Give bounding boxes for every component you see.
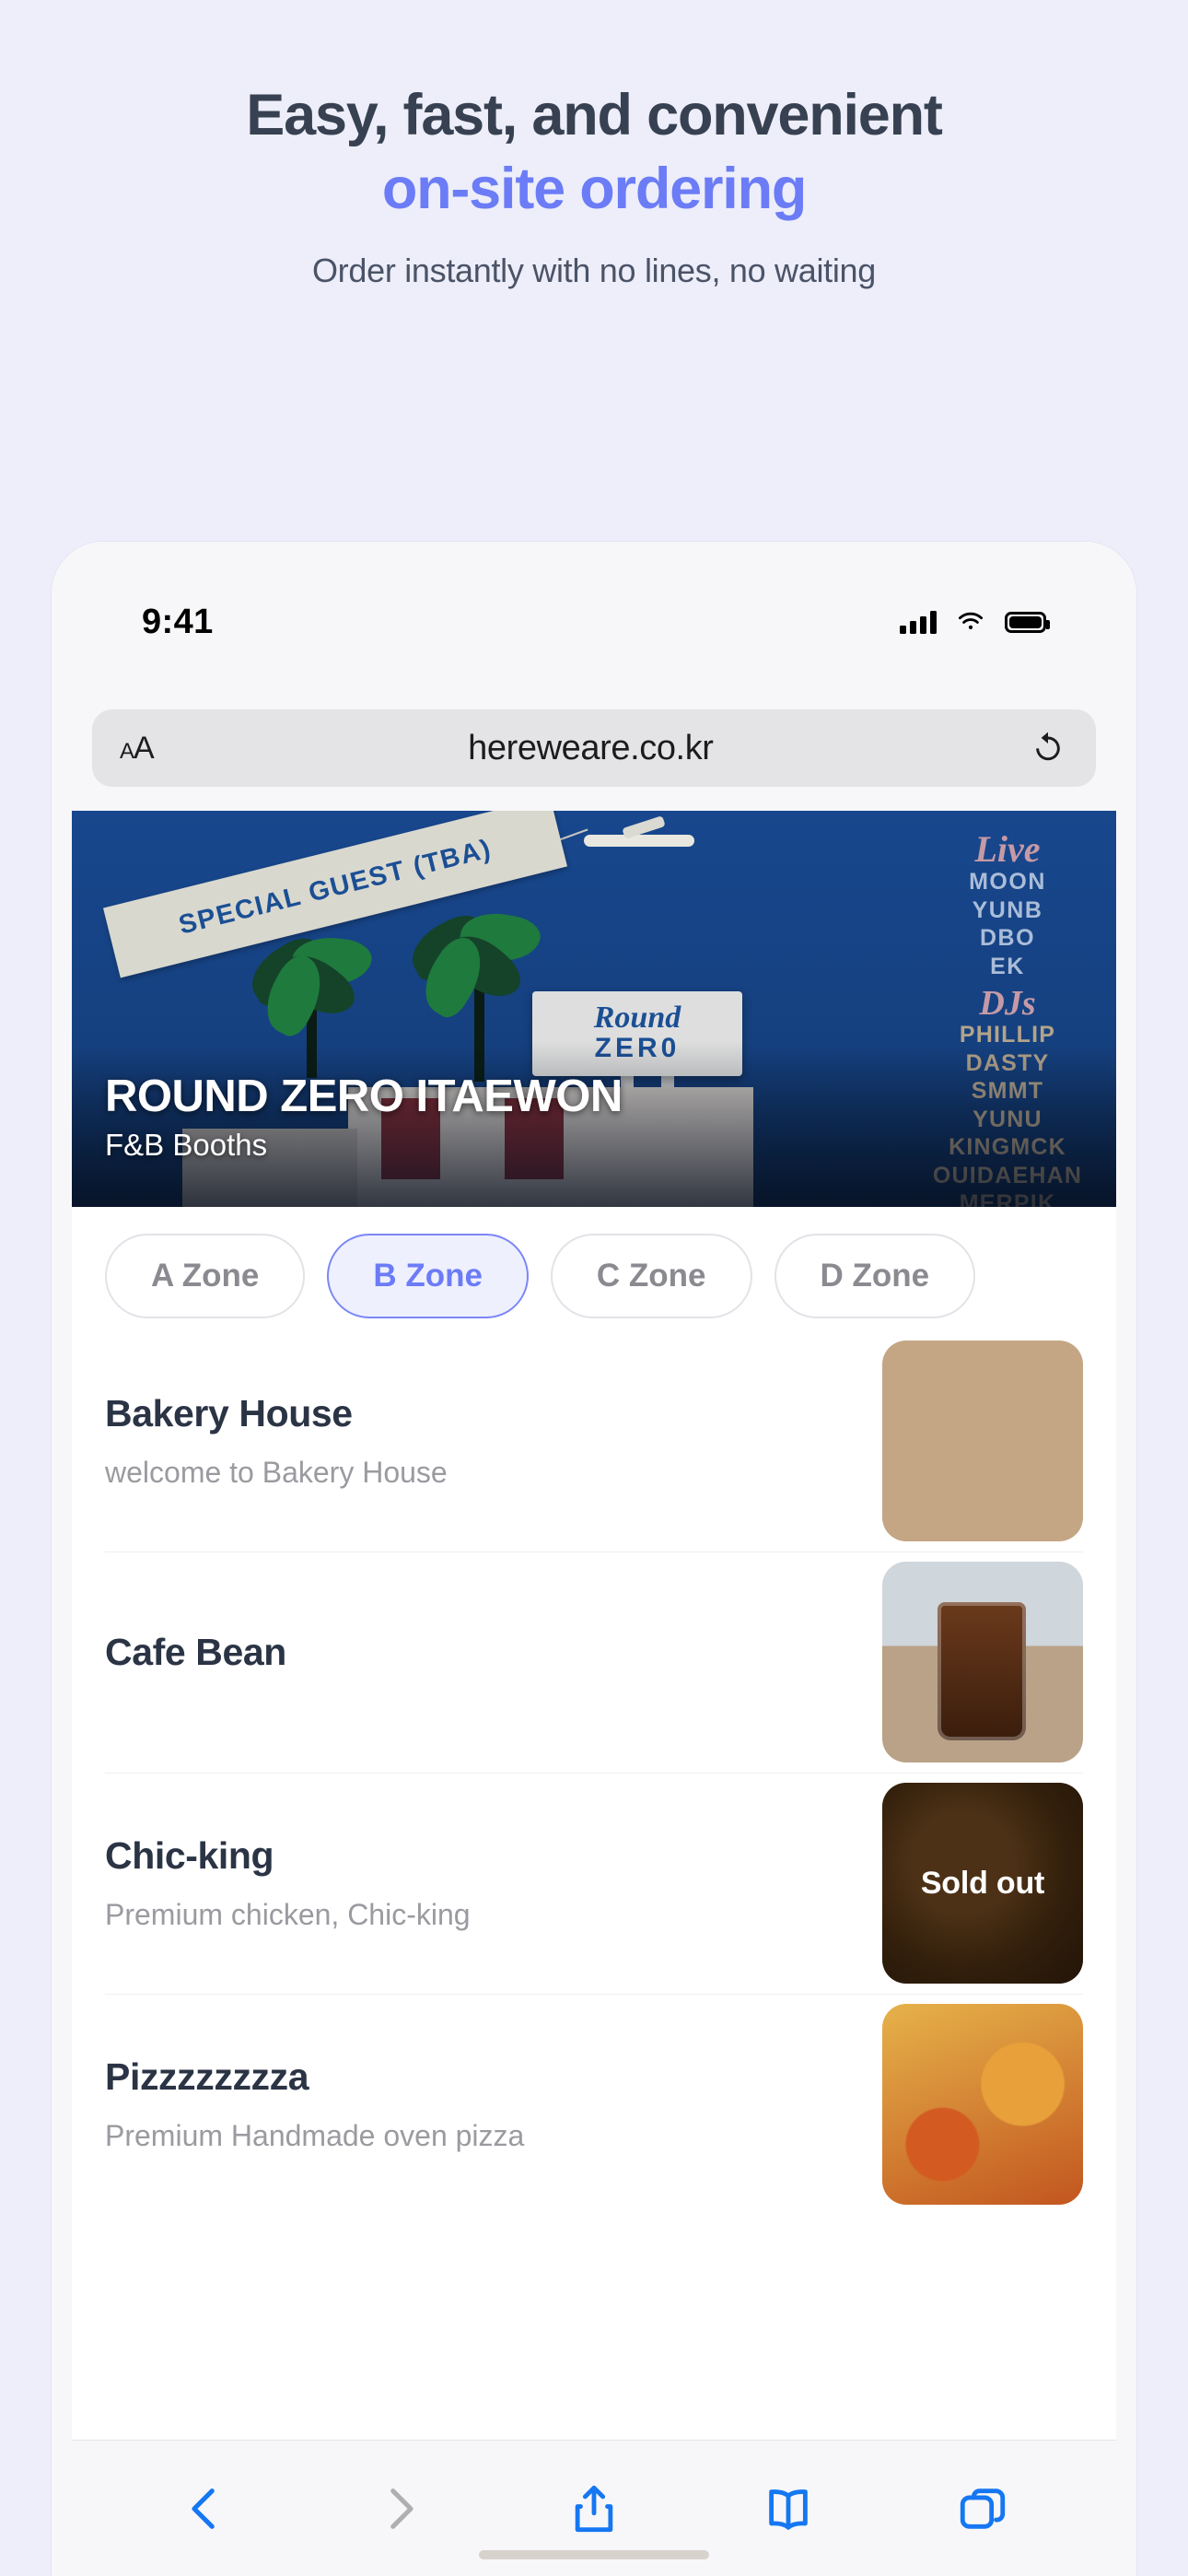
wifi-icon	[958, 612, 984, 629]
browser-chrome-bg	[72, 542, 1116, 846]
event-banner[interactable]: Round ZER0 SPECIAL GUEST (TBA) Live	[72, 811, 1116, 1207]
booth-name: Bakery House	[105, 1392, 353, 1434]
airplane-icon	[584, 815, 704, 861]
sub-headline: Order instantly with no lines, no waitin…	[311, 251, 876, 289]
zone-tab-label: C Zone	[596, 1258, 706, 1294]
share-button[interactable]	[560, 2475, 628, 2543]
booth-text: Bakery House welcome to Bakery House	[105, 1392, 448, 1490]
djs-label: DJs	[979, 984, 1036, 1023]
pizza-image	[882, 2004, 1083, 2205]
list-item[interactable]: Cafe Bean	[72, 1551, 1116, 1773]
address-bar[interactable]: AA hereweare.co.kr	[92, 709, 1096, 787]
zone-tab-label: A Zone	[151, 1258, 260, 1294]
booth-thumbnail[interactable]	[882, 2004, 1083, 2205]
marketing-screenshot: Easy, fast, and convenient on-site order…	[0, 0, 1188, 2576]
headline-line-1: Easy, fast, and convenient	[246, 83, 943, 147]
text-size-button[interactable]: AA	[120, 731, 155, 767]
zone-tab-label: D Zone	[820, 1258, 930, 1294]
zone-tab-d[interactable]: D Zone	[774, 1234, 976, 1318]
forward-button[interactable]	[366, 2475, 434, 2543]
tabs-icon	[960, 2488, 1005, 2529]
chevron-left-icon	[192, 2488, 215, 2529]
page-title: Easy, fast, and convenient on-site order…	[0, 81, 1188, 224]
book-icon	[768, 2488, 808, 2530]
phone-mockup: 9:41 AA hereweare.co.kr Round SPECIAL GU…	[52, 542, 1136, 2576]
bakery-image	[882, 1341, 1083, 1541]
booth-text: Pizzzzzzzza Premium Handmade oven pizza	[105, 2055, 524, 2153]
chevron-right-icon	[390, 2488, 413, 2529]
booth-list: Bakery House welcome to Bakery House Caf…	[72, 1330, 1116, 2215]
list-item[interactable]: Pizzzzzzzza Premium Handmade oven pizza	[72, 1994, 1116, 2215]
live-artists: MOON YUNB DBO EK	[915, 868, 1100, 980]
booth-thumbnail[interactable]	[882, 1341, 1083, 1541]
battery-full-icon	[1005, 611, 1050, 633]
list-item[interactable]: Chic-king Premium chicken, Chic-king Sol…	[72, 1773, 1116, 1994]
booth-text: Chic-king Premium chicken, Chic-king	[105, 1834, 471, 1932]
phone-screen: 9:41 AA hereweare.co.kr Round SPECIAL GU…	[72, 542, 1116, 2576]
banner-title: ROUND ZERO ITAEWON	[105, 1071, 623, 1121]
artist-name: EK	[990, 953, 1025, 979]
booth-name: Pizzzzzzzza	[105, 2055, 309, 2098]
live-label: Live	[974, 828, 1041, 870]
venue-sign-line-1: Round	[593, 1000, 681, 1035]
hero-section: Easy, fast, and convenient on-site order…	[0, 0, 1188, 290]
booth-text: Cafe Bean	[105, 1631, 286, 1694]
banner-gradient-overlay	[72, 1041, 1116, 1207]
home-indicator	[479, 2550, 709, 2559]
status-bar: 9:41	[72, 590, 1116, 654]
booth-thumbnail[interactable]	[882, 1562, 1083, 1762]
list-item[interactable]: Bakery House welcome to Bakery House	[72, 1330, 1116, 1551]
bookmarks-button[interactable]	[754, 2475, 822, 2543]
booth-name: Cafe Bean	[105, 1630, 286, 1673]
iced-coffee-glass	[938, 1602, 1026, 1740]
booth-desc: welcome to Bakery House	[105, 1456, 448, 1489]
status-bar-indicators	[900, 608, 1050, 636]
headline-line-2: on-site ordering	[381, 157, 808, 222]
booth-desc: Premium chicken, Chic-king	[105, 1898, 471, 1931]
tabs-button[interactable]	[949, 2475, 1017, 2543]
artist-name: YUNB	[972, 896, 1043, 923]
zone-tab-b[interactable]: B Zone	[327, 1234, 529, 1318]
back-button[interactable]	[171, 2475, 239, 2543]
zone-tab-c[interactable]: C Zone	[550, 1234, 752, 1318]
booth-desc: Premium Handmade oven pizza	[105, 2119, 525, 2152]
zone-tab-label: B Zone	[373, 1258, 483, 1294]
share-icon	[575, 2485, 613, 2532]
status-badge: Sold out	[882, 1783, 1083, 1984]
booth-thumbnail[interactable]: Sold out	[882, 1783, 1083, 1984]
zone-tab-strip[interactable]: A Zone B Zone C Zone D Zone	[72, 1207, 1116, 1345]
artist-name: DBO	[979, 925, 1036, 951]
artist-name: MOON	[969, 869, 1046, 895]
zone-tab-a[interactable]: A Zone	[105, 1234, 306, 1318]
status-bar-time: 9:41	[142, 602, 214, 641]
url-text[interactable]: hereweare.co.kr	[154, 729, 1028, 768]
banner-subtitle: F&B Booths	[105, 1128, 268, 1162]
cellular-bars-icon	[900, 610, 937, 634]
booth-name: Chic-king	[105, 1834, 274, 1877]
reload-icon[interactable]	[1028, 728, 1068, 768]
